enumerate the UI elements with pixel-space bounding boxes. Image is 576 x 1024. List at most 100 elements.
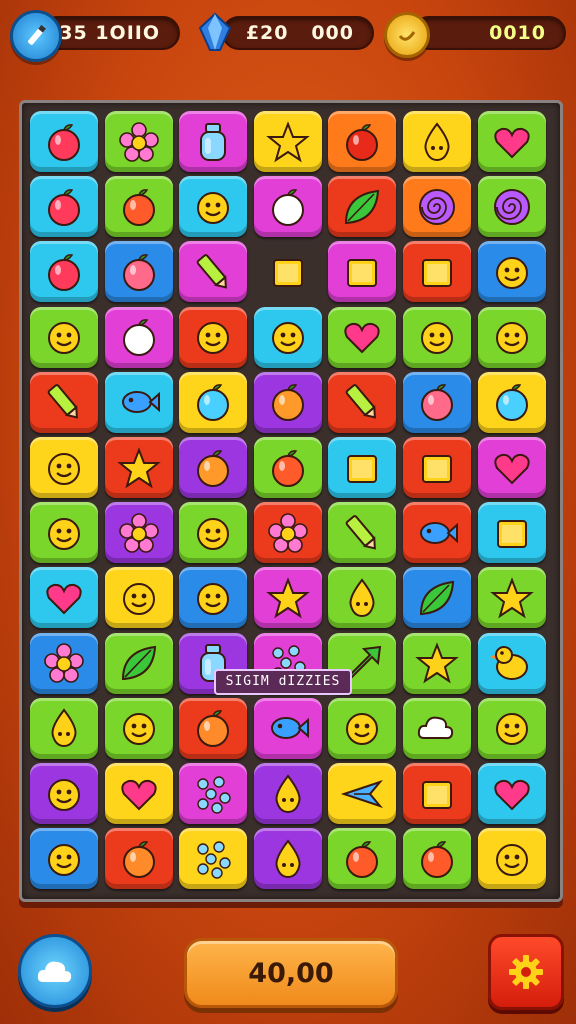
- tile-dots[interactable]: [179, 828, 248, 890]
- leaf-icon: [419, 580, 455, 615]
- tile-pencil[interactable]: [328, 371, 397, 433]
- tile-apple[interactable]: [104, 241, 173, 303]
- tile-box[interactable]: [477, 502, 546, 564]
- tile-star[interactable]: [477, 567, 546, 629]
- tile-face[interactable]: [179, 306, 248, 368]
- tile-apple[interactable]: [30, 111, 98, 172]
- tile-apple[interactable]: [253, 437, 322, 498]
- tile-swirl[interactable]: [403, 176, 471, 238]
- tile-face[interactable]: [253, 306, 322, 368]
- tile-apple[interactable]: [253, 176, 322, 238]
- tile-face[interactable]: [328, 697, 397, 759]
- tile-box[interactable]: [328, 437, 397, 498]
- tile-box[interactable]: [403, 437, 471, 498]
- tile-apple[interactable]: [328, 828, 397, 890]
- heart-icon: [493, 779, 530, 810]
- tile-pencil[interactable]: [30, 371, 98, 433]
- tile-star[interactable]: [253, 567, 322, 629]
- tile-fish[interactable]: [104, 371, 173, 433]
- tile-face[interactable]: [30, 502, 98, 564]
- tile-bottle[interactable]: [179, 111, 248, 172]
- tile-leaf[interactable]: [328, 176, 397, 238]
- tile-apple[interactable]: [179, 437, 248, 498]
- tile-face[interactable]: [179, 502, 248, 564]
- tile-flower[interactable]: [30, 632, 98, 694]
- tile-leaf[interactable]: [104, 632, 173, 694]
- box-icon: [422, 258, 452, 287]
- tile-face[interactable]: [179, 176, 248, 238]
- tile-drop[interactable]: [403, 111, 471, 172]
- tile-heart[interactable]: [30, 567, 98, 629]
- cloud-button[interactable]: [18, 934, 92, 1008]
- tile-flower[interactable]: [104, 502, 173, 564]
- tile-pencil[interactable]: [179, 241, 248, 303]
- drop-icon: [275, 839, 301, 878]
- tile-apple[interactable]: [477, 371, 546, 433]
- tile-star[interactable]: [403, 632, 471, 694]
- tile-drop[interactable]: [30, 697, 98, 759]
- tile-box[interactable]: [328, 241, 397, 303]
- tile-heart[interactable]: [477, 437, 546, 498]
- tile-face[interactable]: [104, 697, 173, 759]
- tile-box[interactable]: [403, 763, 471, 824]
- tile-flower[interactable]: [253, 502, 322, 564]
- box-icon: [496, 519, 527, 548]
- tile-flower[interactable]: [104, 111, 173, 172]
- tile-apple[interactable]: [179, 697, 248, 759]
- tile-bird[interactable]: [477, 632, 546, 694]
- tile-cloud[interactable]: [403, 697, 471, 759]
- tile-apple[interactable]: [104, 828, 173, 890]
- tile-apple[interactable]: [179, 371, 248, 433]
- gem-icon[interactable]: [192, 9, 238, 55]
- tile-apple[interactable]: [30, 241, 98, 303]
- tile-apple[interactable]: [403, 828, 471, 890]
- tile-face[interactable]: [104, 567, 173, 629]
- tile-leaf[interactable]: [403, 567, 471, 629]
- tile-face[interactable]: [477, 241, 546, 303]
- tile-box[interactable]: [253, 241, 322, 303]
- tile-fish[interactable]: [403, 502, 471, 564]
- tile-apple[interactable]: [104, 176, 173, 238]
- face-icon: [346, 713, 379, 746]
- tile-apple[interactable]: [328, 111, 397, 172]
- tile-box[interactable]: [403, 241, 471, 303]
- tile-face[interactable]: [477, 697, 546, 759]
- tile-star[interactable]: [253, 111, 322, 172]
- tile-dots[interactable]: [179, 763, 248, 824]
- tile-apple[interactable]: [403, 371, 471, 433]
- tile-fish[interactable]: [253, 697, 322, 759]
- tile-face[interactable]: [30, 306, 98, 368]
- swirl-icon: [419, 188, 455, 225]
- coin-icon[interactable]: [384, 12, 430, 58]
- tile-face[interactable]: [477, 306, 546, 368]
- tile-plane[interactable]: [328, 763, 397, 824]
- tile-heart[interactable]: [104, 763, 173, 824]
- tile-drop[interactable]: [253, 763, 322, 824]
- tile-apple[interactable]: [104, 306, 173, 368]
- tile-pencil[interactable]: [328, 502, 397, 564]
- face-icon: [197, 517, 230, 550]
- tile-heart[interactable]: [477, 111, 546, 172]
- settings-button[interactable]: [488, 934, 564, 1010]
- tile-face[interactable]: [477, 828, 546, 890]
- tile-drop[interactable]: [328, 567, 397, 629]
- tile-face[interactable]: [30, 437, 98, 498]
- tile-face[interactable]: [30, 828, 98, 890]
- tile-heart[interactable]: [477, 763, 546, 824]
- apple-icon: [271, 449, 304, 487]
- tile-heart[interactable]: [328, 306, 397, 368]
- tile-star[interactable]: [104, 437, 173, 498]
- box-icon: [422, 454, 452, 483]
- tile-swirl[interactable]: [477, 176, 546, 238]
- apple-icon: [122, 254, 155, 291]
- tile-face[interactable]: [30, 763, 98, 824]
- pencil-icon[interactable]: [10, 10, 62, 62]
- tile-apple[interactable]: [253, 371, 322, 433]
- tile-face[interactable]: [179, 567, 248, 629]
- tile-apple[interactable]: [30, 176, 98, 238]
- flower-icon: [118, 121, 159, 162]
- tile-face[interactable]: [403, 306, 471, 368]
- score-button[interactable]: 40,00: [184, 938, 398, 1008]
- tile-drop[interactable]: [253, 828, 322, 890]
- pencil-icon: [346, 384, 377, 419]
